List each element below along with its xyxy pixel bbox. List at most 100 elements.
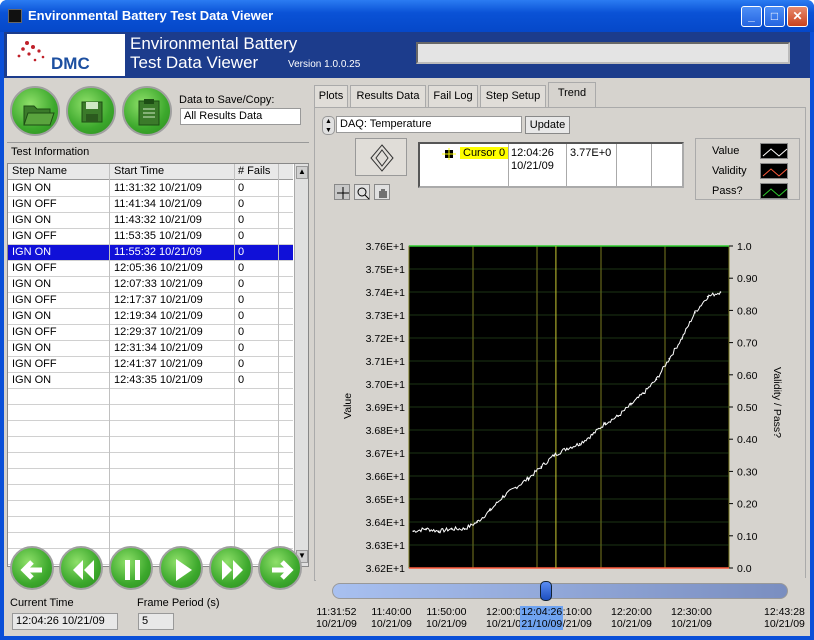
table-row[interactable]: IGN ON 12:31:34 10/21/09 0 [8,341,293,357]
step-name-cell: IGN OFF [12,198,57,210]
pause-button[interactable] [109,546,153,590]
fails-cell: 0 [238,342,245,354]
table-row[interactable]: IGN OFF 12:41:37 10/21/09 0 [8,357,293,373]
scroll-time-label: 12:20:00 10/21/09 [611,606,652,630]
channel-spinner-icon[interactable]: ▲ ▼ [322,116,335,135]
scroll-time-label: 12:43:28 10/21/09 [764,606,805,630]
table-row[interactable]: IGN OFF 11:41:34 10/21/09 0 [8,197,293,213]
last-step-button[interactable] [258,546,302,590]
data-save-select[interactable]: All Results Data [180,108,301,125]
col-start-time: Start Time [114,165,165,177]
copy-button[interactable] [122,86,172,136]
fails-cell: 0 [238,326,245,338]
time-slider-thumb[interactable] [540,581,553,601]
tab-results-data[interactable]: Results Data [350,85,426,107]
pan-tool-icon[interactable] [374,184,390,200]
legend-swatch[interactable] [760,143,788,159]
empty-row [8,389,293,405]
cursor-table: Cursor 0 12:04:26 10/21/09 3.77E+0 [418,142,684,188]
start-time-cell: 11:31:32 10/21/09 [114,182,202,194]
table-row[interactable]: IGN OFF 12:29:37 10/21/09 0 [8,325,293,341]
scroll-label-time: 11:31:52 [316,606,357,618]
rewind-button[interactable] [59,546,103,590]
table-row[interactable]: IGN ON 12:43:35 10/21/09 0 [8,373,293,389]
table-row[interactable]: IGN ON 12:07:33 10/21/09 0 [8,277,293,293]
tab-fail-log[interactable]: Fail Log [428,85,478,107]
x-tick-time: 12:30:00 [645,573,686,574]
step-name-cell: IGN ON [12,246,52,258]
app-window: Environmental Battery Test Data Viewer _… [0,0,814,640]
fast-forward-button[interactable] [209,546,253,590]
diamond-cursor-icon [370,144,394,172]
save-button[interactable] [66,86,116,136]
app-title-line1: Environmental Battery [130,34,298,53]
channel-select[interactable]: DAQ: Temperature [336,116,522,133]
tab-plots[interactable]: Plots [314,85,348,107]
first-step-button[interactable] [10,546,54,590]
minimize-button[interactable]: _ [741,6,762,27]
tab-step-setup[interactable]: Step Setup [480,85,546,107]
frame-period-field[interactable]: 5 [138,613,174,630]
value-point [489,509,491,512]
fails-cell: 0 [238,246,245,258]
frame-period-label: Frame Period (s) [137,597,220,609]
cursor-move-button[interactable] [355,138,407,176]
app-title: Environmental Battery Test Data Viewer [130,34,297,72]
table-row[interactable]: IGN ON 11:55:32 10/21/09 0 [8,245,293,261]
start-time-cell: 12:29:37 10/21/09 [114,326,203,338]
x-tick-time: 12:15:00 [581,573,622,574]
play-button[interactable] [159,546,203,590]
scroll-label-date: 10/21/09 [426,618,467,630]
update-button[interactable]: Update [525,116,570,134]
empty-row [8,405,293,421]
play-icon [176,559,192,581]
scroll-up-icon[interactable]: ▲ [296,166,308,179]
table-row[interactable]: IGN ON 12:19:34 10/21/09 0 [8,309,293,325]
tab-trend[interactable]: Trend [548,82,596,108]
time-slider-track[interactable] [332,583,788,599]
step-name-cell: IGN ON [12,214,52,226]
cursor-style-icon[interactable] [442,148,456,160]
y-tick-label: 3.69E+1 [366,402,406,414]
value-point [694,311,696,314]
col-fails: # Fails [238,165,271,177]
fails-cell: 0 [238,198,245,210]
scroll-label-time: 12:43:28 [764,606,805,618]
maximize-button[interactable]: □ [764,6,785,27]
fails-cell: 0 [238,294,245,306]
start-time-cell: 12:43:35 10/21/09 [114,374,203,386]
fails-cell: 0 [238,262,245,274]
open-button[interactable] [10,86,60,136]
start-time-cell: 12:17:37 10/21/09 [114,294,203,306]
crosshair-tool-icon[interactable] [334,184,350,200]
start-time-cell: 11:55:32 10/21/09 [114,246,202,258]
close-button[interactable]: ✕ [787,6,808,27]
table-row[interactable]: IGN OFF 12:17:37 10/21/09 0 [8,293,293,309]
value-point [642,392,645,394]
fails-cell: 0 [238,358,245,370]
table-row[interactable]: IGN OFF 11:53:35 10/21/09 0 [8,229,293,245]
client-area: DMC Environmental Battery Test Data View… [4,32,810,636]
scroll-label-date: 10/21/09 [671,618,712,630]
scroll-time-label: 11:40:00 10/21/09 [371,606,412,630]
table-row[interactable]: IGN ON 11:43:32 10/21/09 0 [8,213,293,229]
trend-chart[interactable]: 3.76E+1 3.75E+1 3.74E+1 3.73E+1 3.72E+1 3.71E… [314,202,806,574]
value-point [425,528,427,530]
table-row[interactable]: IGN OFF 12:05:36 10/21/09 0 [8,261,293,277]
table-scrollbar[interactable]: ▲ ▼ [294,164,308,566]
fails-cell: 0 [238,214,245,226]
table-header: Step Name Start Time # Fails [8,164,293,180]
y-tick-label: 3.68E+1 [366,425,406,437]
scroll-time-label: 11:50:00 10/21/09 [426,606,467,630]
thumb-position-label: 12:04:26 21/10/09 [520,606,564,630]
rewind-icon [73,560,94,580]
zoom-tool-icon[interactable] [354,184,370,200]
legend-swatch[interactable] [760,183,788,199]
legend-swatch[interactable] [760,163,788,179]
table-row[interactable]: IGN ON 11:31:32 10/21/09 0 [8,181,293,197]
step-name-cell: IGN OFF [12,358,57,370]
logo-text: DMC [51,54,90,73]
cursor-name[interactable]: Cursor 0 [460,147,509,159]
y-tick-label: 3.74E+1 [366,287,406,299]
fails-cell: 0 [238,374,245,386]
